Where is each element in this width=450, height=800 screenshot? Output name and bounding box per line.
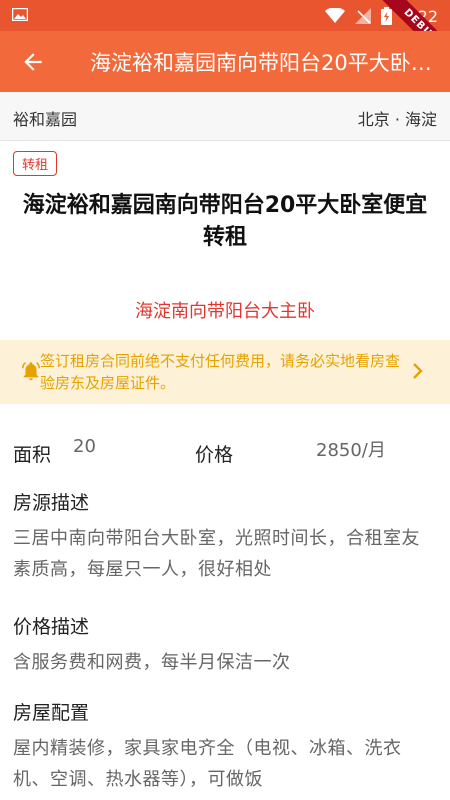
area-value: 20 xyxy=(73,436,96,457)
section-price-description: 价格描述 含服务费和网费，每半月保洁一次 xyxy=(13,612,438,678)
section-body: 屋内精装修，家具家电齐全（电视、冰箱、洗衣机、空调、热水器等），可做饭 xyxy=(13,738,402,790)
app-bar: 海淀裕和嘉园南向带阳台20平大卧室便宜转租 xyxy=(0,31,450,92)
app-bar-title: 海淀裕和嘉园南向带阳台20平大卧室便宜转租 xyxy=(90,51,436,75)
image-icon xyxy=(12,8,28,21)
arrow-left-icon[interactable] xyxy=(20,49,46,75)
price-value: 2850/月 xyxy=(316,440,386,461)
area-label: 面积 xyxy=(13,444,52,466)
location-row: 裕和嘉园 北京 · 海淀 xyxy=(0,92,450,141)
listing-subtitle: 海淀南向带阳台大主卧 xyxy=(135,301,315,322)
safety-notice[interactable]: 签订租房合同前绝不支付任何费用，请务必实地看房查验房东及房屋证件。 xyxy=(0,340,450,404)
section-heading: 房源描述 xyxy=(13,492,90,514)
section-heading: 价格描述 xyxy=(13,616,90,638)
listing-title: 海淀裕和嘉园南向带阳台20平大卧室便宜转租 xyxy=(22,193,428,250)
status-bar: 4:22 DEBUG xyxy=(0,0,450,72)
price-label: 价格 xyxy=(195,444,234,466)
chevron-right-icon xyxy=(413,363,423,379)
section-body: 含服务费和网费，每半月保洁一次 xyxy=(13,652,291,673)
battery-charging-icon xyxy=(381,7,393,25)
section-body: 三居中南向带阳台大卧室，光照时间长，合租室友素质高，每屋只一人，很好相处 xyxy=(13,528,420,580)
no-signal-icon xyxy=(355,8,372,24)
listing-stats: 面积 20 价格 2850/月 xyxy=(0,430,450,470)
community-name: 裕和嘉园 xyxy=(13,110,78,129)
bell-icon xyxy=(22,362,40,381)
city-district: 北京 · 海淀 xyxy=(357,110,437,129)
sublet-tag: 转租 xyxy=(13,151,58,176)
section-listing-description: 房源描述 三居中南向带阳台大卧室，光照时间长，合租室友素质高，每屋只一人，很好相… xyxy=(13,488,438,585)
wifi-icon xyxy=(325,8,346,23)
section-heading: 房屋配置 xyxy=(13,702,90,724)
section-room-amenities: 房屋配置 屋内精装修，家具家电齐全（电视、冰箱、洗衣机、空调、热水器等），可做饭 xyxy=(13,698,438,795)
safety-notice-text: 签订租房合同前绝不支付任何费用，请务必实地看房查验房东及房屋证件。 xyxy=(40,352,401,392)
